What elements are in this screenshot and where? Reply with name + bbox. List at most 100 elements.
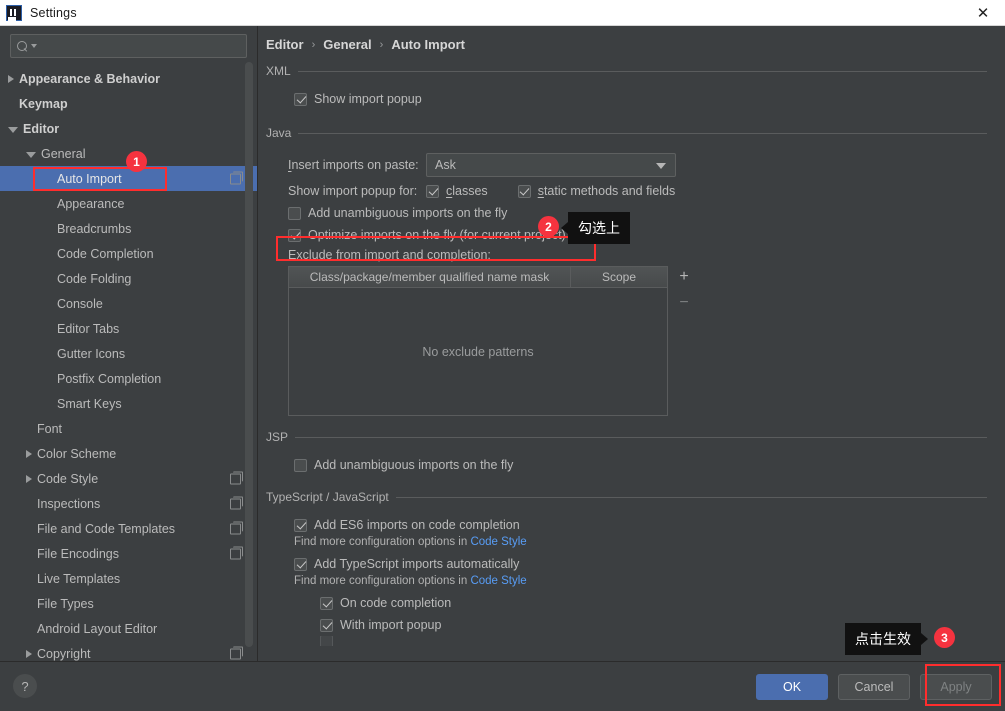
search-input[interactable] — [37, 39, 240, 53]
copy-settings-icon[interactable] — [230, 546, 243, 559]
checkbox-icon[interactable] — [294, 557, 307, 571]
settings-dialog: Settings ✕ Appearance & Behavior Keymap Ed… — [0, 0, 1005, 711]
sidebar-item-auto-import[interactable]: Auto Import — [0, 166, 257, 191]
copy-settings-icon[interactable] — [230, 471, 243, 484]
sidebar-item-file-encodings[interactable]: File Encodings — [0, 541, 257, 566]
sidebar-item-code-folding[interactable]: Code Folding — [0, 266, 257, 291]
checkbox-icon[interactable] — [288, 228, 301, 242]
checkbox-icon[interactable] — [320, 618, 333, 632]
table-empty-state: No exclude patterns — [289, 288, 667, 415]
chevron-right-icon[interactable] — [26, 474, 32, 483]
checkbox-icon[interactable] — [426, 184, 439, 198]
chevron-right-icon[interactable] — [8, 74, 14, 83]
sidebar-item-postfix-completion[interactable]: Postfix Completion — [0, 366, 257, 391]
checkbox-icon[interactable] — [294, 458, 307, 472]
copy-settings-icon[interactable] — [230, 496, 243, 509]
close-icon[interactable]: ✕ — [961, 0, 1005, 26]
insert-imports-select[interactable]: Ask — [426, 153, 676, 177]
sidebar-item-live-templates[interactable]: Live Templates — [0, 566, 257, 591]
checkbox-label: Add unambiguous imports on the fly — [308, 206, 508, 220]
sidebar-item-android-layout-editor[interactable]: Android Layout Editor — [0, 616, 257, 641]
breadcrumb-item-editor[interactable]: Editor — [266, 37, 304, 52]
annotation-badge-2: 2 — [538, 216, 559, 237]
checkbox-row-classes[interactable]: classes — [426, 184, 488, 198]
divider — [395, 496, 987, 498]
sidebar-item-label: Live Templates — [37, 571, 121, 586]
chevron-down-icon[interactable] — [8, 126, 18, 133]
sidebar-item-color-scheme[interactable]: Color Scheme — [0, 441, 257, 466]
copy-settings-icon[interactable] — [230, 646, 243, 659]
sidebar-item-label: Font — [37, 421, 63, 436]
add-pattern-button[interactable]: + — [674, 267, 694, 287]
chevron-right-icon[interactable] — [26, 449, 32, 458]
search-box[interactable] — [10, 34, 247, 58]
checkbox-icon[interactable] — [294, 518, 307, 532]
hint-typescript: Find more configuration options in Code … — [266, 575, 987, 592]
sidebar-item-code-style[interactable]: Code Style — [0, 466, 257, 491]
checkbox-icon[interactable] — [320, 636, 333, 646]
code-style-link[interactable]: Code Style — [470, 575, 526, 587]
dialog-body: Appearance & Behavior Keymap Editor General… — [0, 26, 1005, 661]
checkbox-label: With import popup — [340, 618, 442, 632]
exclude-label: Exclude from import and completion: — [288, 248, 491, 262]
help-button[interactable]: ? — [13, 674, 37, 698]
checkbox-icon[interactable] — [517, 184, 531, 198]
settings-content: XML Show import popup Java Insert import… — [258, 64, 1005, 646]
checkbox-row-static-methods[interactable]: static methods and fields — [517, 184, 675, 198]
checkbox-icon[interactable] — [320, 596, 333, 610]
checkbox-row-on-code-completion[interactable]: On code completion — [266, 592, 987, 614]
sidebar-item-file-types[interactable]: File Types — [0, 591, 257, 616]
code-style-link[interactable]: Code Style — [470, 536, 526, 548]
breadcrumb-item-general[interactable]: General — [323, 37, 371, 52]
hint-text: Find more configuration options in — [294, 575, 471, 587]
checkbox-label: Add unambiguous imports on the fly — [314, 458, 514, 472]
column-header-scope[interactable]: Scope — [571, 267, 667, 287]
checkbox-row-xml-show-import-popup[interactable]: Show import popup — [266, 88, 987, 110]
sidebar-item-gutter-icons[interactable]: Gutter Icons — [0, 341, 257, 366]
sidebar-scrollbar[interactable] — [245, 62, 253, 647]
sidebar-item-label: Appearance — [57, 196, 125, 211]
checkbox-row-es6-imports[interactable]: Add ES6 imports on code completion — [266, 514, 987, 536]
sidebar-item-code-completion[interactable]: Code Completion — [0, 241, 257, 266]
intellij-idea-logo-icon — [6, 4, 22, 21]
section-header-jsp: JSP — [266, 430, 987, 444]
select-value: Ask — [435, 158, 456, 172]
chevron-down-icon — [656, 163, 666, 169]
cancel-button[interactable]: Cancel — [838, 674, 910, 700]
chevron-right-icon[interactable] — [26, 649, 32, 658]
chevron-down-icon[interactable] — [26, 151, 36, 158]
sidebar-item-copyright[interactable]: Copyright — [0, 641, 257, 661]
column-header-name-mask[interactable]: Class/package/member qualified name mask — [289, 267, 571, 287]
sidebar-item-label: Console — [57, 296, 103, 311]
sidebar-item-file-and-code-templates[interactable]: File and Code Templates — [0, 516, 257, 541]
copy-settings-icon[interactable] — [230, 171, 243, 184]
breadcrumb-item-auto-import: Auto Import — [391, 37, 465, 52]
remove-pattern-button[interactable]: − — [674, 293, 694, 313]
sidebar-item-smart-keys[interactable]: Smart Keys — [0, 391, 257, 416]
sidebar-item-label: Breadcrumbs — [57, 221, 132, 236]
sidebar-item-label: Postfix Completion — [57, 371, 162, 386]
apply-button[interactable]: Apply — [920, 674, 992, 700]
sidebar-item-editor[interactable]: Editor — [0, 116, 257, 141]
checkbox-row-jsp-add-unambiguous[interactable]: Add unambiguous imports on the fly — [266, 454, 987, 476]
checkbox-icon[interactable] — [294, 92, 307, 106]
sidebar-item-editor-tabs[interactable]: Editor Tabs — [0, 316, 257, 341]
sidebar-item-inspections[interactable]: Inspections — [0, 491, 257, 516]
section-header-java: Java — [266, 126, 987, 140]
sidebar-item-console[interactable]: Console — [0, 291, 257, 316]
sidebar-item-label: Color Scheme — [37, 446, 117, 461]
sidebar-item-label: Editor Tabs — [57, 321, 120, 336]
sidebar-item-font[interactable]: Font — [0, 416, 257, 441]
divider — [295, 436, 987, 438]
field-label-text: nsert imports on paste: — [291, 158, 419, 172]
sidebar-item-appearance[interactable]: Appearance — [0, 191, 257, 216]
sidebar-item-label: File and Code Templates — [37, 521, 176, 536]
sidebar-item-keymap[interactable]: Keymap — [0, 91, 257, 116]
checkbox-row-ts-auto-imports[interactable]: Add TypeScript imports automatically — [266, 553, 987, 575]
sidebar-item-breadcrumbs[interactable]: Breadcrumbs — [0, 216, 257, 241]
section-title-typescript: TypeScript / JavaScript — [266, 490, 389, 504]
copy-settings-icon[interactable] — [230, 521, 243, 534]
sidebar-item-appearance-behavior[interactable]: Appearance & Behavior — [0, 66, 257, 91]
checkbox-icon[interactable] — [288, 206, 301, 220]
ok-button[interactable]: OK — [756, 674, 828, 700]
